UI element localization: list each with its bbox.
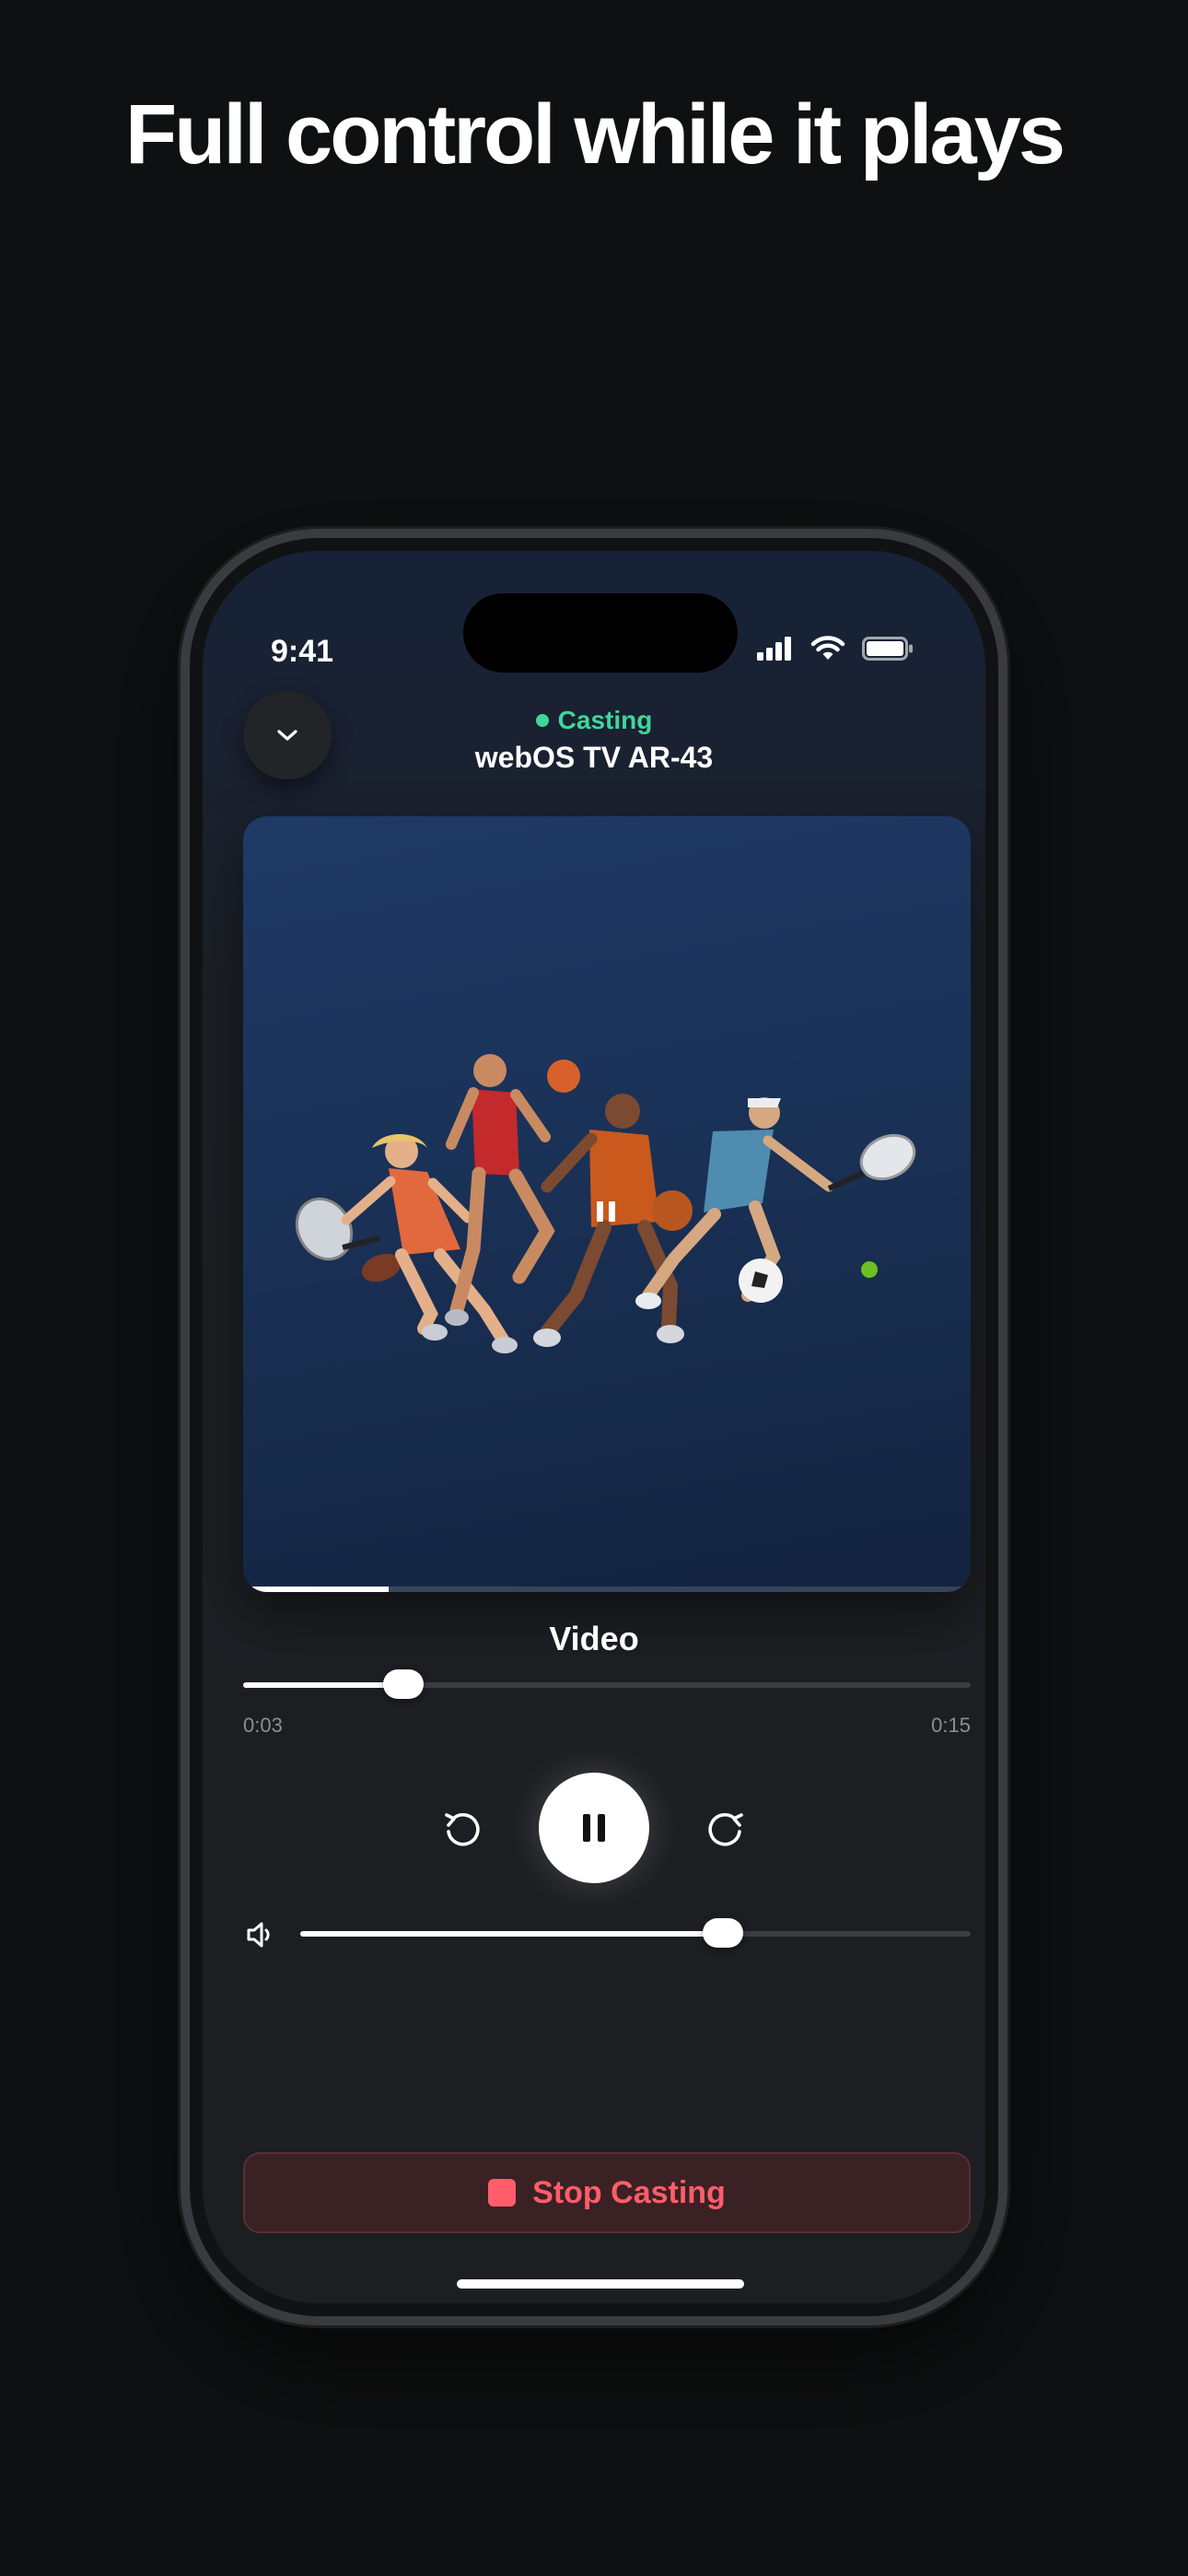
status-icons (757, 636, 914, 662)
volume-button[interactable] (243, 1918, 276, 1951)
stop-icon (488, 2179, 517, 2207)
battery-icon (862, 637, 913, 661)
elapsed-time: 0:03 (243, 1714, 283, 1737)
seek-fill (243, 1682, 403, 1688)
status-time: 9:41 (271, 634, 334, 669)
home-indicator[interactable] (457, 2279, 744, 2289)
cast-status-label: Casting (557, 706, 653, 734)
phone-bezel: 9:41 Casting webOS TV AR-43 Video 0:03 0… (190, 538, 998, 2316)
stop-casting-label: Stop Casting (532, 2174, 726, 2210)
volume-slider[interactable] (300, 1918, 971, 1948)
speaker-icon (247, 1922, 270, 1948)
volume-thumb[interactable] (702, 1918, 743, 1948)
phone-screen: 9:41 Casting webOS TV AR-43 Video 0:03 0… (203, 551, 985, 2303)
volume-fill (300, 1931, 723, 1937)
rewind-button[interactable] (435, 1802, 490, 1857)
media-title: Video (549, 1620, 639, 1657)
video-pause-icon (597, 1201, 615, 1222)
stop-casting-button[interactable]: Stop Casting (243, 2152, 971, 2233)
pause-icon (583, 1814, 605, 1842)
headline: Full control while it plays (124, 88, 1066, 181)
athlete-runner (445, 1054, 555, 1326)
phone-frame: 9:41 Casting webOS TV AR-43 Video 0:03 0… (181, 529, 1007, 2325)
video-progress-fill (243, 1587, 389, 1592)
total-duration: 0:15 (931, 1714, 971, 1737)
rewind-icon (445, 1813, 480, 1846)
status-dot (535, 714, 549, 727)
cast-status: Casting (203, 706, 985, 735)
tennis-racket-right (827, 1133, 916, 1191)
play-pause-button[interactable] (539, 1773, 649, 1883)
video-progress-track (243, 1587, 971, 1592)
seek-thumb[interactable] (382, 1669, 424, 1699)
app-store-screenshot: Full control while it plays 9:41 Casting… (0, 0, 1188, 2576)
cellular-signal-icon (757, 637, 791, 661)
device-name: webOS TV AR-43 (474, 741, 714, 774)
playback-controls (203, 1773, 985, 1883)
forward-icon (708, 1813, 743, 1846)
wifi-icon (810, 636, 845, 660)
seek-slider[interactable] (243, 1669, 971, 1699)
forward-button[interactable] (698, 1802, 753, 1857)
dynamic-island (463, 593, 738, 673)
video-preview[interactable] (243, 816, 971, 1592)
